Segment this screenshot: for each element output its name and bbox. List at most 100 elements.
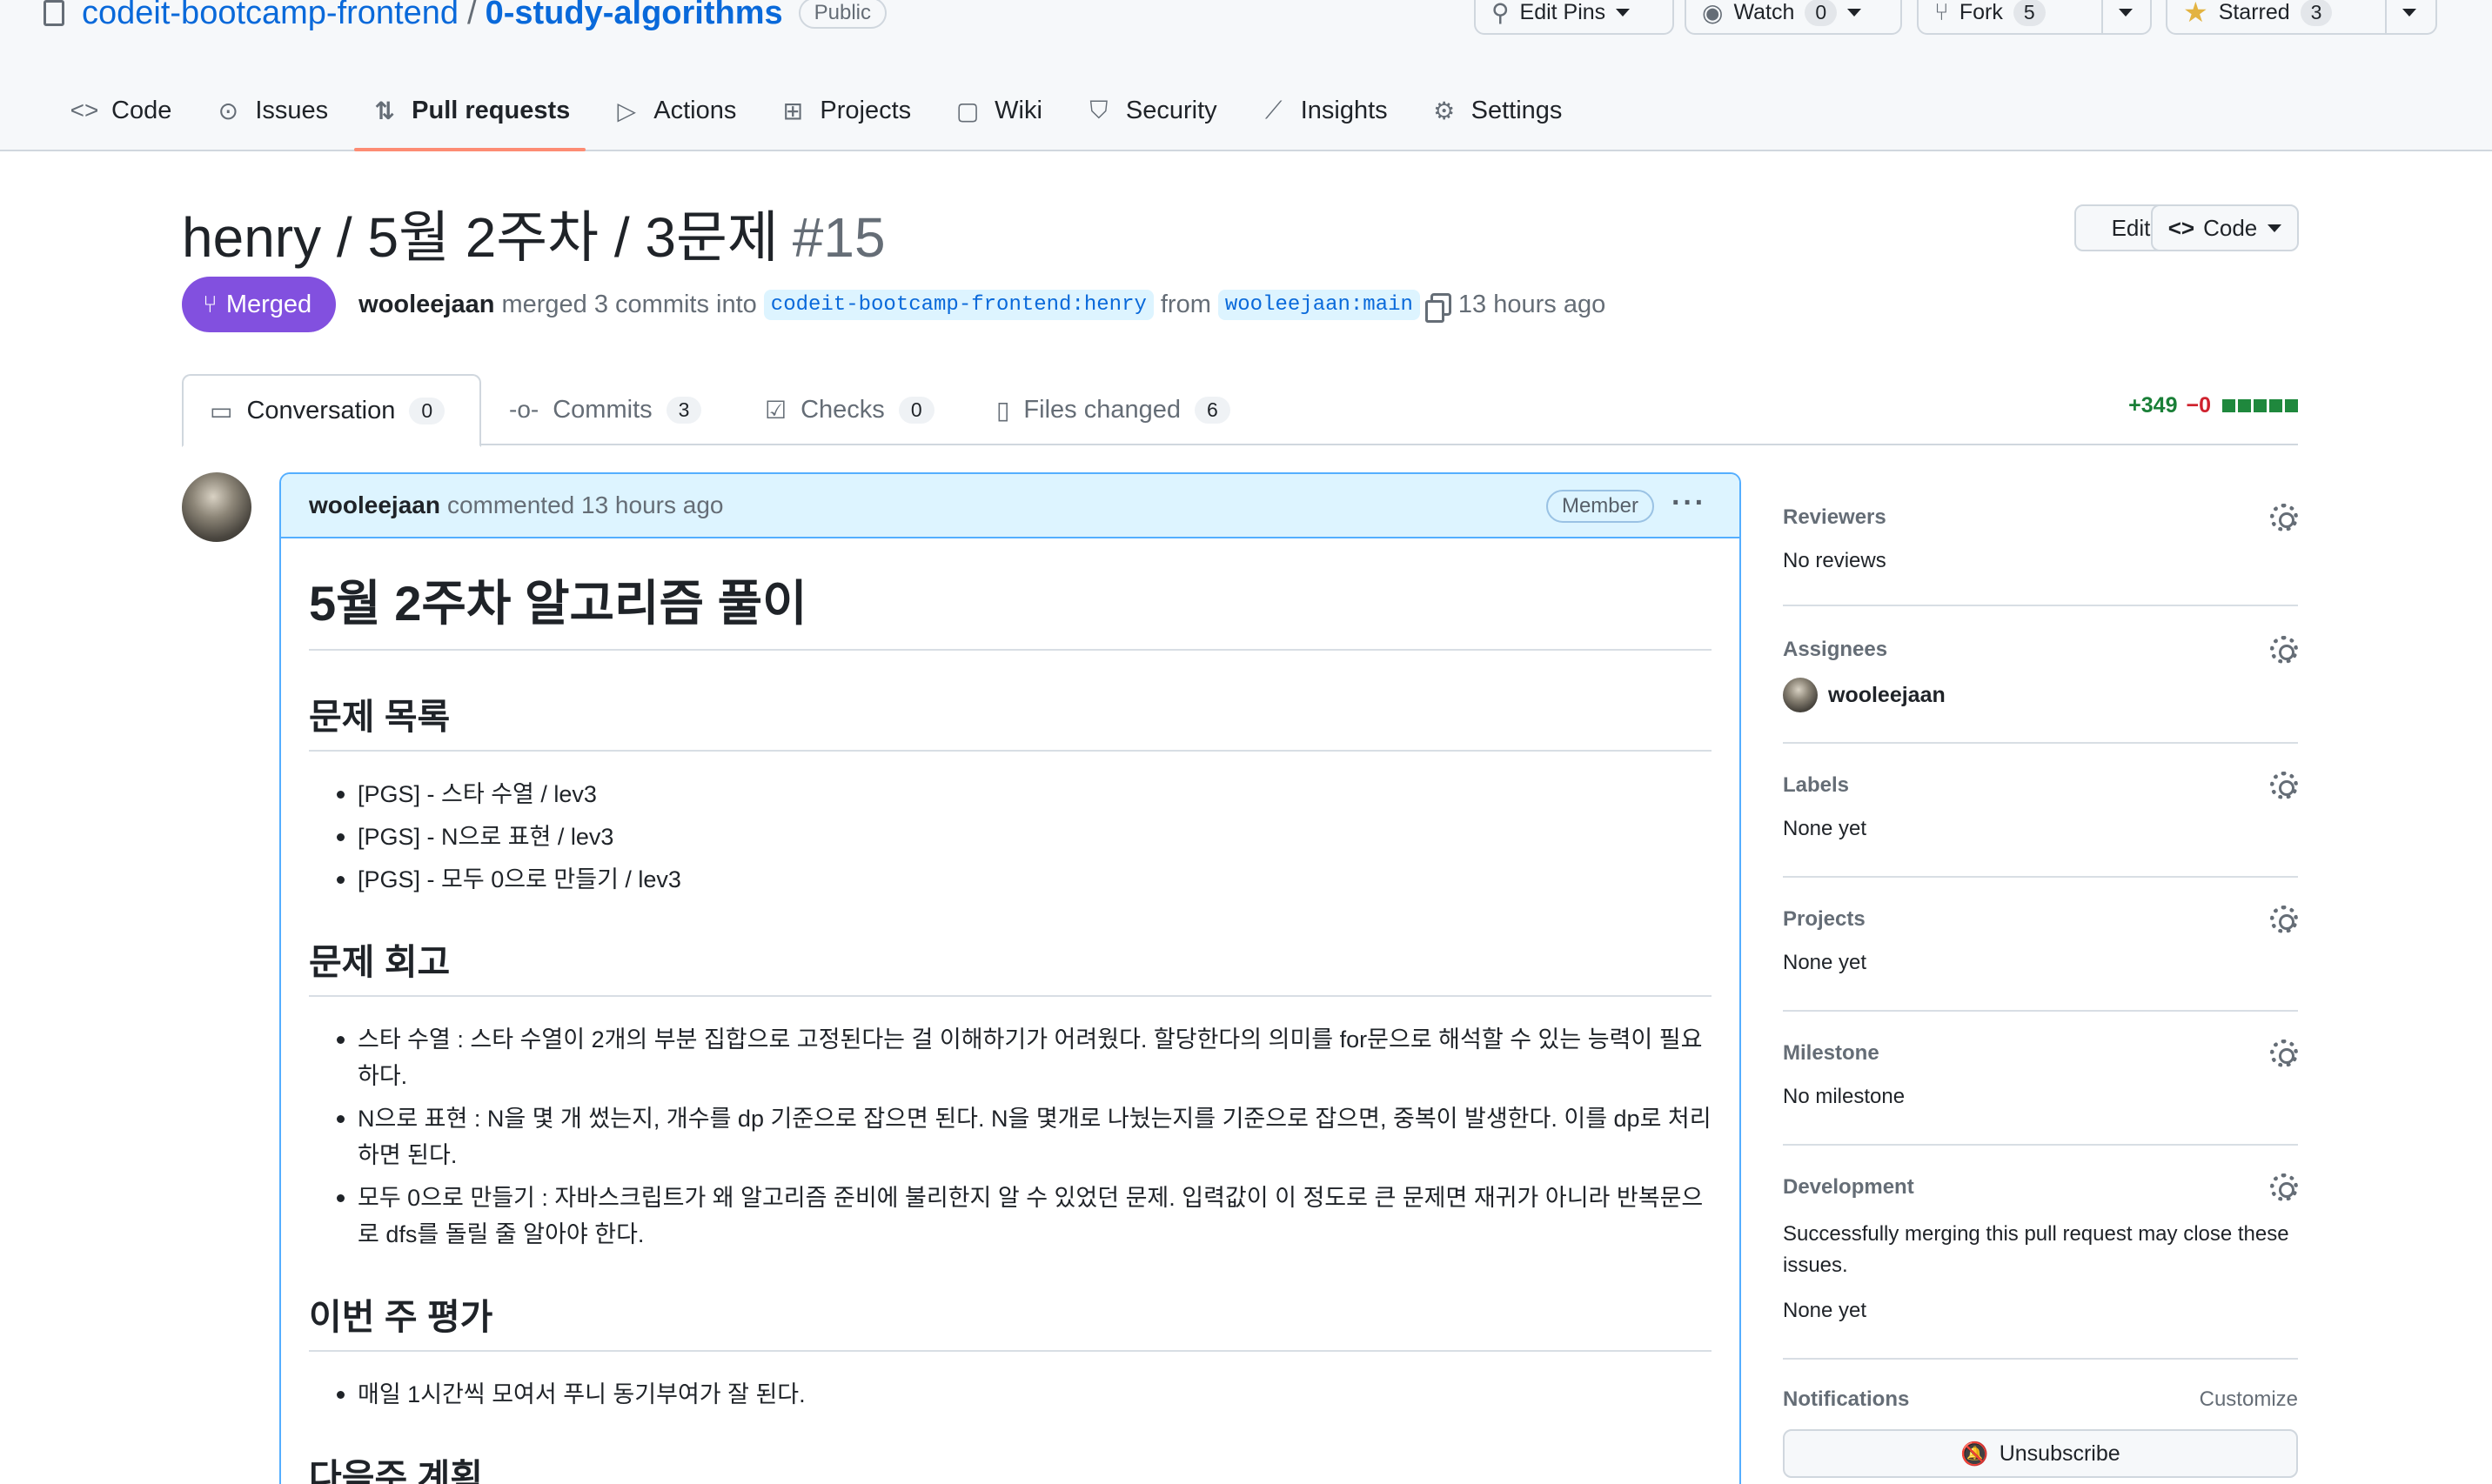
tab-settings[interactable]: ⚙ Settings: [1414, 84, 1578, 137]
list-item: 모두 0으로 만들기 : 자바스크립트가 왜 알고리즘 준비에 불리한지 알 수…: [309, 1180, 1712, 1253]
pr-time: 13 hours ago: [1457, 290, 1606, 318]
pr-state-row: ⑂ Merged wooleejaan merged 3 commits int…: [182, 277, 1605, 332]
tab-files-changed[interactable]: ▯ Files changed 6: [970, 374, 1256, 445]
tab-count: 3: [666, 396, 702, 424]
visibility-badge: Public: [798, 0, 888, 29]
list-item: [PGS] - 스타 수열 / lev3: [309, 776, 1712, 812]
table-icon: ⊞: [782, 97, 804, 124]
tab-wiki[interactable]: ▢ Wiki: [937, 84, 1058, 137]
list-item: 매일 1시간씩 모여서 푸니 동기부여가 잘 된다.: [309, 1376, 1712, 1413]
tab-label: Insights: [1300, 96, 1388, 124]
comment-timestamp[interactable]: commented 13 hours ago: [447, 491, 724, 519]
list-item: 스타 수열 : 스타 수열이 2개의 부분 집합으로 고정된다는 걸 이해하기가…: [309, 1021, 1712, 1094]
diffstat-block: [2254, 399, 2267, 412]
sidebar-title: Projects: [1783, 907, 1866, 931]
projects-value: None yet: [1783, 951, 1867, 974]
tab-commits[interactable]: -o- Commits 3: [483, 374, 727, 445]
tab-actions[interactable]: ▷ Actions: [596, 84, 752, 137]
shield-icon: ⛉: [1089, 96, 1109, 124]
tab-checks[interactable]: ☑ Checks 0: [739, 374, 961, 445]
section-heading: 다음주 계획: [309, 1447, 1712, 1484]
sidebar-title: Reviewers: [1783, 505, 1886, 529]
tab-conversation[interactable]: ▭ Conversation 0: [182, 374, 481, 447]
gear-icon[interactable]: [2270, 906, 2298, 933]
head-branch-link[interactable]: wooleejaan:main: [1217, 289, 1420, 320]
repo-breadcrumb: codeit-bootcamp-frontend / 0-study-algor…: [44, 0, 888, 35]
tab-pull-requests[interactable]: ⇅ Pull requests: [354, 84, 586, 151]
star-list-dropdown-button[interactable]: [2385, 0, 2432, 33]
kebab-horizontal-icon[interactable]: ···: [1671, 486, 1706, 520]
code-dropdown-button[interactable]: <> Code: [2151, 204, 2299, 251]
section-heading: 문제 회고: [309, 933, 1712, 997]
fork-button[interactable]: ⑂ Fork 5: [1919, 0, 2101, 33]
diff-additions: +349: [2128, 393, 2178, 418]
diffstat-block: [2269, 399, 2282, 412]
tab-security[interactable]: ⛉ Security: [1068, 84, 1233, 137]
gear-icon[interactable]: [2270, 1173, 2298, 1201]
development-description: Successfully merging this pull request m…: [1783, 1222, 2289, 1277]
diffstat-block: [2285, 399, 2298, 412]
customize-link[interactable]: Customize: [2200, 1387, 2298, 1412]
tab-count: 0: [898, 396, 934, 424]
repo-owner-link[interactable]: codeit-bootcamp-frontend: [82, 0, 459, 32]
sidebar-title: Milestone: [1783, 1041, 1879, 1065]
diffstat-block: [2222, 399, 2235, 412]
from-text: from: [1160, 290, 1211, 318]
sidebar-milestone: Milestone No milestone: [1783, 1012, 2298, 1146]
starred-label: Starred: [2218, 0, 2290, 24]
gear-icon[interactable]: [2270, 636, 2298, 664]
assignee-user[interactable]: wooleejaan: [1783, 678, 2298, 712]
fork-count: 5: [2013, 0, 2046, 26]
pr-number: #15: [792, 206, 886, 269]
section-heading: 이번 주 평가: [309, 1287, 1712, 1352]
starred-button[interactable]: ★ Starred 3: [2167, 0, 2385, 33]
gear-icon[interactable]: [2270, 1039, 2298, 1067]
section-heading: 문제 목록: [309, 687, 1712, 752]
avatar: [1783, 678, 1818, 712]
sidebar-title: Development: [1783, 1175, 1914, 1199]
pin-icon: ⚲: [1491, 0, 1510, 26]
tab-label: Code: [111, 96, 172, 124]
fork-dropdown-button[interactable]: [2101, 0, 2148, 33]
pull-request-icon: ⇅: [374, 97, 395, 124]
checklist-icon: ☑: [765, 396, 787, 424]
tab-issues[interactable]: ⊙ Issues: [198, 84, 344, 137]
tab-label: Issues: [255, 96, 329, 124]
comment-heading: 5월 2주차 알고리즘 풀이: [309, 565, 1712, 651]
chevron-down-icon: [1847, 8, 1862, 17]
edit-pins-button[interactable]: ⚲ Edit Pins: [1474, 0, 1674, 35]
pr-sidebar: Reviewers No reviews Assignees wooleejaa…: [1783, 472, 2298, 1478]
gear-icon[interactable]: [2270, 504, 2298, 531]
assignee-name: wooleejaan: [1828, 682, 1946, 707]
sidebar-notifications: Notifications Customize 🔕 Unsubscribe: [1783, 1360, 2298, 1478]
tab-label: Files changed: [1023, 395, 1181, 424]
gear-icon[interactable]: [2270, 772, 2298, 799]
milestone-value: No milestone: [1783, 1085, 1906, 1108]
bell-slash-icon: 🔕: [1960, 1440, 1989, 1467]
repo-name-link[interactable]: 0-study-algorithms: [486, 0, 783, 32]
watch-button[interactable]: ◉ Watch 0: [1685, 0, 1902, 35]
code-label: Code: [2203, 214, 2258, 241]
base-branch-link[interactable]: codeit-bootcamp-frontend:henry: [763, 289, 1154, 320]
merged-label: Merged: [225, 290, 312, 318]
tab-code[interactable]: <> Code: [54, 84, 187, 137]
file-diff-icon: ▯: [996, 396, 1010, 424]
tab-insights[interactable]: ⟋ Insights: [1243, 84, 1403, 137]
chevron-down-icon: [2402, 8, 2416, 17]
chevron-down-icon: [1616, 8, 1631, 17]
sidebar-projects: Projects None yet: [1783, 878, 2298, 1012]
sidebar-assignees: Assignees wooleejaan: [1783, 606, 2298, 744]
issue-icon: ⊙: [218, 97, 239, 124]
comment-author-link[interactable]: wooleejaan: [309, 491, 440, 519]
copy-icon[interactable]: [1424, 293, 1451, 323]
tab-projects[interactable]: ⊞ Projects: [762, 84, 927, 137]
sidebar-title: Assignees: [1783, 638, 1888, 661]
pr-author-link[interactable]: wooleejaan: [358, 291, 494, 319]
avatar[interactable]: [182, 472, 251, 542]
edit-pins-label: Edit Pins: [1519, 0, 1606, 24]
graph-icon: ⟋: [1264, 96, 1283, 124]
unsubscribe-button[interactable]: 🔕 Unsubscribe: [1783, 1429, 2298, 1478]
diffstat: +349 −0: [2128, 393, 2298, 418]
pr-description-comment: wooleejaan commented 13 hours ago Member…: [279, 472, 1741, 1484]
watch-count: 0: [1805, 0, 1838, 26]
